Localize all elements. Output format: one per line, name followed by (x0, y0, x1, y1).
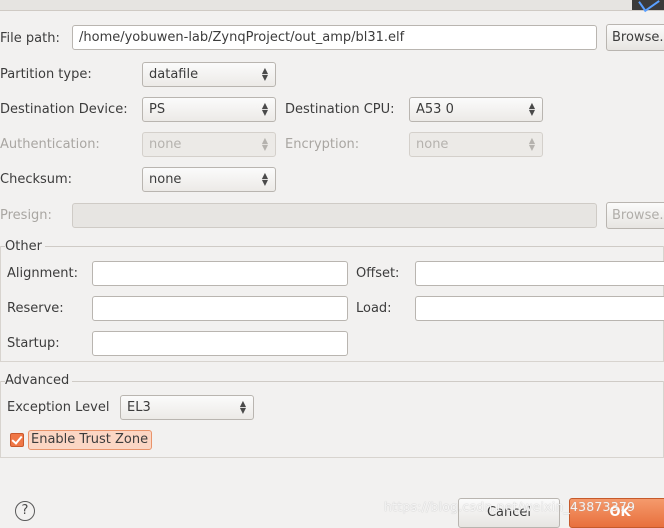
alignment-label: Alignment: (7, 266, 78, 281)
trust-zone-label[interactable]: Enable Trust Zone (28, 430, 152, 450)
startup-label: Startup: (7, 336, 60, 351)
trust-zone-label-text: Enable Trust Zone (31, 432, 149, 447)
partition-type-select[interactable]: datafile ▲ ▼ (142, 62, 276, 87)
load-input[interactable] (415, 296, 664, 321)
alignment-input[interactable] (92, 261, 348, 286)
advanced-group-title: Advanced (5, 373, 73, 388)
reserve-input[interactable] (92, 296, 348, 321)
watermark-text: https://blog.csdn.net/weixin_43873379 (384, 499, 636, 514)
window-titlebar (0, 0, 664, 11)
checksum-value: none (149, 172, 182, 187)
file-path-input[interactable]: /home/yobuwen-lab/ZynqProject/out_amp/bl… (72, 25, 597, 50)
reserve-label: Reserve: (7, 301, 64, 316)
presign-label: Presign: (0, 208, 52, 223)
checksum-select[interactable]: none ▲ ▼ (142, 167, 276, 192)
presign-input (72, 203, 597, 228)
destination-device-select[interactable]: PS ▲ ▼ (142, 97, 276, 122)
help-icon[interactable]: ? (15, 501, 35, 521)
destination-device-label: Destination Device: (0, 102, 128, 117)
file-path-label: File path: (0, 31, 60, 46)
presign-browse-button: Browse. (606, 202, 664, 229)
startup-input[interactable] (92, 331, 348, 356)
up-down-arrows-icon: ▲ ▼ (261, 171, 269, 187)
destination-cpu-label: Destination CPU: (285, 102, 395, 117)
up-down-arrows-icon: ▲ ▼ (261, 66, 269, 82)
load-label: Load: (356, 301, 392, 316)
destination-cpu-value: A53 0 (416, 102, 454, 117)
exception-level-value: EL3 (127, 400, 151, 415)
partition-type-label: Partition type: (0, 67, 92, 82)
offset-input[interactable] (415, 261, 664, 286)
authentication-value: none (149, 137, 182, 152)
window-app-icon[interactable] (632, 0, 664, 10)
up-down-arrows-icon: ▲ ▼ (261, 136, 269, 152)
destination-device-value: PS (149, 102, 166, 117)
partition-type-value: datafile (149, 67, 199, 82)
offset-label: Offset: (356, 266, 400, 281)
destination-cpu-select[interactable]: A53 0 ▲ ▼ (409, 97, 543, 122)
up-down-arrows-icon: ▲ ▼ (528, 101, 536, 117)
file-path-browse-button[interactable]: Browse. (606, 24, 664, 51)
checksum-label: Checksum: (0, 172, 73, 187)
up-down-arrows-icon: ▲ ▼ (239, 399, 247, 415)
exception-level-select[interactable]: EL3 ▲ ▼ (120, 395, 254, 420)
encryption-label: Encryption: (285, 137, 360, 152)
encryption-select: none ▲ ▼ (409, 132, 543, 157)
up-down-arrows-icon: ▲ ▼ (261, 101, 269, 117)
trust-zone-checkbox[interactable] (10, 433, 24, 447)
authentication-label: Authentication: (0, 137, 100, 152)
authentication-select: none ▲ ▼ (142, 132, 276, 157)
encryption-value: none (416, 137, 449, 152)
other-group-title: Other (5, 239, 45, 254)
up-down-arrows-icon: ▲ ▼ (528, 136, 536, 152)
exception-level-label: Exception Level (7, 400, 110, 415)
